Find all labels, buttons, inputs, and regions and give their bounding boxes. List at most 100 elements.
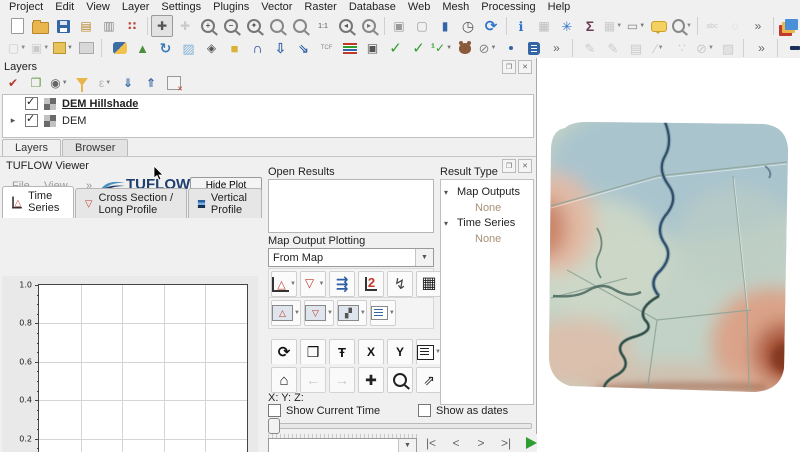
menu-vector[interactable]: Vector xyxy=(256,1,297,13)
paperclip-tool-button[interactable]: ⊘ ▼ xyxy=(477,37,499,59)
layout-manager-button[interactable]: ▥ xyxy=(98,15,120,37)
map-canvas[interactable] xyxy=(537,58,800,452)
toolbar-overflow-4-button[interactable]: » xyxy=(751,37,773,59)
processing-options-button[interactable]: ✳ xyxy=(556,15,578,37)
first-timestep-button[interactable]: |< xyxy=(420,432,442,452)
layers-float-button[interactable]: ❐ xyxy=(502,60,516,74)
toolbar-overflow-3-button[interactable]: » xyxy=(546,37,568,59)
menu-plugins[interactable]: Plugins xyxy=(208,1,254,13)
show-as-dates-checkbox[interactable] xyxy=(418,404,431,417)
open-layer-styling-button[interactable]: ✔ xyxy=(2,72,24,94)
filter-by-expression-dropdown[interactable]: ▼ xyxy=(105,80,111,86)
menu-web[interactable]: Web xyxy=(403,1,435,13)
new-spatial-bookmark-button[interactable]: ▣ xyxy=(388,15,410,37)
legend-options-button[interactable]: ▼ xyxy=(416,339,442,365)
prev-timestep-button[interactable]: < xyxy=(445,432,467,452)
layer-row[interactable]: ▸ DEM xyxy=(3,112,533,129)
menu-project[interactable]: Project xyxy=(4,1,48,13)
default-cs-plot-dropdown[interactable]: ▼ xyxy=(327,310,333,316)
zoom-in-button[interactable]: + xyxy=(197,15,219,37)
time-combo[interactable]: ▼ xyxy=(268,438,417,452)
import-download-1-button[interactable]: ⇩ xyxy=(270,37,292,59)
manage-map-themes-button[interactable]: ◉ ▼ xyxy=(48,72,70,94)
refresh-map-button[interactable]: ⟳ xyxy=(480,15,502,37)
plot-tab-ts[interactable]: Time Series xyxy=(2,186,75,218)
flood-modeller-2d-button[interactable]: 2 xyxy=(358,271,384,297)
layer-name[interactable]: DEM Hillshade xyxy=(62,98,138,110)
move-selection-button[interactable] xyxy=(75,37,97,59)
menu-edit[interactable]: Edit xyxy=(50,1,79,13)
menu-help[interactable]: Help xyxy=(543,1,576,13)
grass-tools-button[interactable]: ▲ xyxy=(132,37,154,59)
collapse-all-button[interactable]: ⇑ xyxy=(140,72,162,94)
georeferencer-button[interactable]: ▨ xyxy=(178,37,200,59)
tree-collapse-arrow[interactable]: ▾ xyxy=(441,188,451,197)
layer-row[interactable]: DEM Hillshade xyxy=(3,95,533,112)
help-contents-button[interactable] xyxy=(784,37,800,59)
subplot-settings-button[interactable]: ⇗ xyxy=(416,367,442,393)
arch-tool-button[interactable]: ∩ xyxy=(247,37,269,59)
last-timestep-button[interactable]: >| xyxy=(495,432,517,452)
layer-visibility-checkbox[interactable] xyxy=(25,95,38,110)
python-console-button[interactable] xyxy=(109,37,131,59)
open-project-button[interactable] xyxy=(29,15,51,37)
add-group-button[interactable]: ❐ xyxy=(25,72,47,94)
show-spatial-bookmarks-button[interactable]: ▢ xyxy=(411,15,433,37)
manage-map-themes-dropdown[interactable]: ▼ xyxy=(62,80,68,86)
open-results-list[interactable] xyxy=(268,179,434,233)
import-download-2-button[interactable]: ⇘ xyxy=(293,37,315,59)
zoom-last-button[interactable]: ◂ xyxy=(335,15,357,37)
arr-tool-button[interactable] xyxy=(500,37,522,59)
measure-tool-button[interactable]: ▭ ▼ xyxy=(625,15,647,37)
zoom-native-button[interactable]: 1:1 xyxy=(312,15,334,37)
deselect-features-dropdown[interactable]: ▼ xyxy=(43,45,49,51)
menu-view[interactable]: View xyxy=(81,1,115,13)
cross-section-plot-tool-dropdown[interactable]: ▼ xyxy=(319,281,325,287)
check-tool-2-button[interactable]: ✓ xyxy=(408,37,430,59)
identify-features-button[interactable]: ℹ xyxy=(510,15,532,37)
toggle-1d-elements-button[interactable]: Ŧ xyxy=(329,339,355,365)
time-combo-arrow-icon[interactable]: ▼ xyxy=(398,439,416,452)
processing-history-button[interactable]: ↻ xyxy=(155,37,177,59)
map-output-combo[interactable]: From Map ▼ xyxy=(268,248,434,267)
default-curtain-plot-button[interactable]: ▼ xyxy=(336,300,367,326)
refresh-plot-button[interactable]: ⟳ xyxy=(271,339,297,365)
plot-figure[interactable]: 0.00.20.40.60.81.00.00.20.40.60.81.0 xyxy=(2,276,258,452)
dock-tab-layers[interactable]: Layers xyxy=(2,139,62,157)
toolbar-overflow-1-button[interactable]: » xyxy=(747,15,769,37)
paperclip-tool-dropdown[interactable]: ▼ xyxy=(490,45,496,51)
layer-visibility-checkbox[interactable] xyxy=(25,112,38,127)
check-tool-1d-button[interactable]: ¹✓ ▼ xyxy=(431,37,453,59)
dock-tab-browser[interactable]: Browser xyxy=(62,139,129,156)
cross-section-plot-tool-button[interactable]: ▼ xyxy=(300,271,326,297)
tuflow-book-button[interactable] xyxy=(523,37,545,59)
save-project-button[interactable] xyxy=(52,15,74,37)
timeseries-plot-tool-dropdown[interactable]: ▼ xyxy=(290,281,296,287)
data-source-manager-button[interactable] xyxy=(777,15,799,37)
digitize-line-dropdown[interactable]: ▼ xyxy=(658,45,664,51)
default-ts-plot-button[interactable]: ▼ xyxy=(271,300,301,326)
remove-layer-button[interactable] xyxy=(163,72,185,94)
plot-options-list-dropdown[interactable]: ▼ xyxy=(389,310,395,316)
select-by-value-button[interactable]: ▼ xyxy=(52,37,74,59)
map-tips-button[interactable] xyxy=(648,15,670,37)
layer-name[interactable]: DEM xyxy=(62,115,86,127)
layers-close-button[interactable]: ✕ xyxy=(518,60,532,74)
default-ts-plot-dropdown[interactable]: ▼ xyxy=(294,310,300,316)
flux-line-tool-button[interactable]: ⇶ xyxy=(329,271,355,297)
pan-map-button[interactable]: ✚ xyxy=(151,15,173,37)
check-tool-1-button[interactable]: ✓ xyxy=(385,37,407,59)
menu-layer[interactable]: Layer xyxy=(117,1,155,13)
plot-options-list-button[interactable]: ▼ xyxy=(369,300,396,326)
statistical-summary-button[interactable]: Σ xyxy=(579,15,601,37)
map-window-button[interactable]: ▣ xyxy=(362,37,384,59)
home-view-button[interactable]: ⌂ xyxy=(271,367,297,393)
timeseries-plot-tool-button[interactable]: ▼ xyxy=(271,271,297,297)
expand-all-button[interactable]: ⇓ xyxy=(117,72,139,94)
new-project-button[interactable] xyxy=(6,15,28,37)
toggle-x-axis-button[interactable]: X xyxy=(358,339,384,365)
curtain-plot-tool-button[interactable]: ↯ xyxy=(387,271,413,297)
result-group-map-outputs[interactable]: ▾ Map Outputs xyxy=(441,184,533,200)
menu-settings[interactable]: Settings xyxy=(156,1,206,13)
plot-tab-vp[interactable]: Vertical Profile xyxy=(187,188,262,218)
